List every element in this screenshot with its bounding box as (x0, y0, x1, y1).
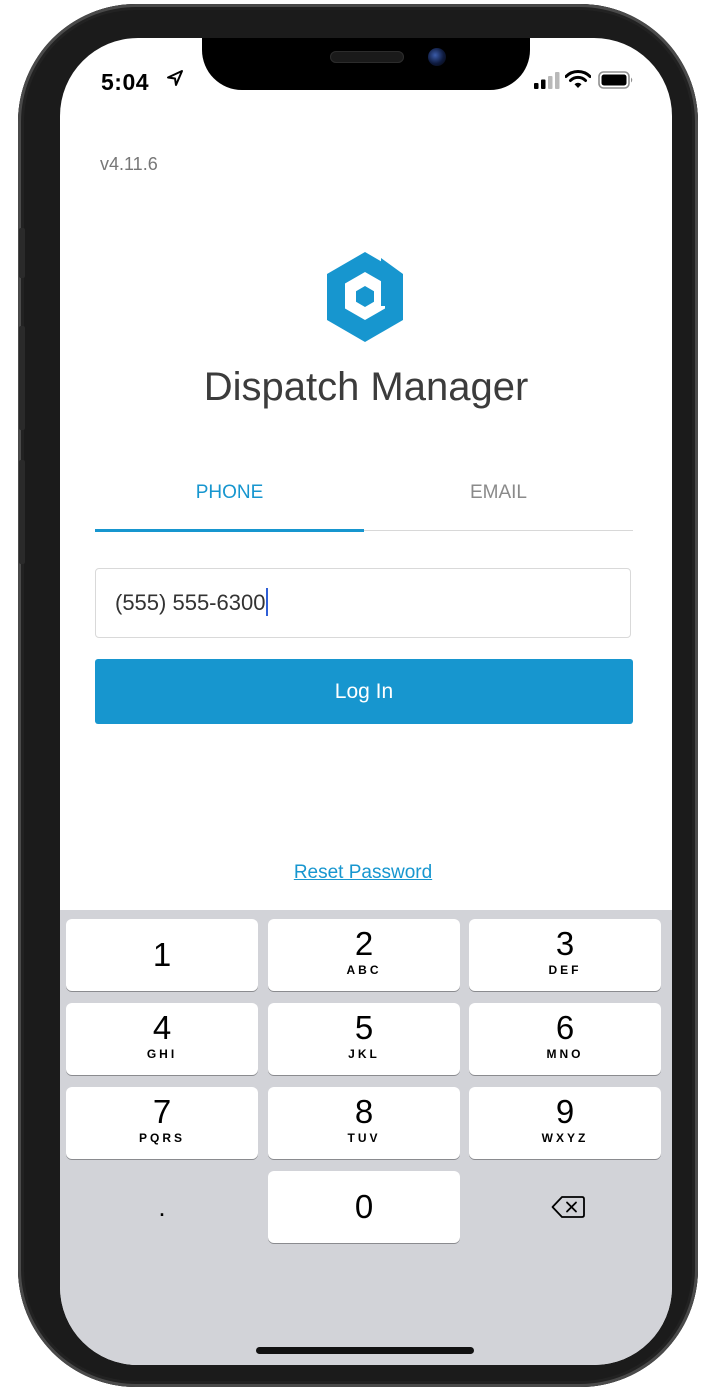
location-arrow-icon (167, 70, 183, 86)
screen: 5:04 v4.11.6 Dispatch Manager PHONE EMAI… (60, 38, 672, 1365)
key-letters: WXYZ (541, 1131, 589, 1145)
decimal-glyph: . (158, 1192, 166, 1222)
key-delete[interactable] (469, 1171, 661, 1243)
key-digit: 9 (555, 1093, 575, 1130)
key-2[interactable]: 2 ABC (268, 919, 460, 991)
tab-email[interactable]: EMAIL (364, 468, 633, 530)
phone-number-input[interactable]: (555) 555-6300 (95, 568, 631, 638)
app-title: Dispatch Manager (203, 365, 529, 409)
app-version: v4.11.6 (100, 154, 158, 174)
key-1[interactable]: 1 (66, 919, 258, 991)
delete-backspace-icon (551, 1196, 585, 1218)
key-digit: 7 (152, 1093, 172, 1130)
front-camera (428, 48, 446, 66)
key-letters: DEF (548, 963, 582, 977)
key-letters: ABC (346, 963, 382, 977)
key-digit: 6 (555, 1009, 575, 1046)
key-5[interactable]: 5 JKL (268, 1003, 460, 1075)
key-digit: 8 (354, 1093, 374, 1130)
text-cursor (266, 588, 269, 617)
key-digit: 0 (354, 1188, 374, 1225)
key-digit: 4 (152, 1009, 172, 1046)
key-letters: JKL (348, 1047, 380, 1061)
key-letters: TUV (347, 1131, 381, 1145)
key-3[interactable]: 3 DEF (469, 919, 661, 991)
key-letters: GHI (146, 1047, 178, 1061)
reset-password-link[interactable]: Reset Password (60, 862, 666, 884)
wifi-icon (565, 70, 591, 88)
dispatch-logo-icon (327, 252, 403, 342)
key-4[interactable]: 4 GHI (66, 1003, 258, 1075)
key-letters: PQRS (138, 1131, 185, 1145)
key-6[interactable]: 6 MNO (469, 1003, 661, 1075)
login-button[interactable]: Log In (95, 659, 633, 724)
key-7[interactable]: 7 PQRS (66, 1087, 258, 1159)
key-8[interactable]: 8 TUV (268, 1087, 460, 1159)
key-0[interactable]: 0 (268, 1171, 460, 1243)
key-digit: 3 (555, 925, 575, 962)
phone-number-value: (555) 555-6300 (115, 590, 266, 615)
battery-icon (598, 71, 633, 89)
login-method-tabs: PHONE EMAIL (95, 468, 633, 532)
status-time: 5:04 (101, 69, 150, 95)
volume-up-button (19, 326, 25, 430)
active-tab-indicator (95, 529, 364, 532)
home-indicator[interactable] (256, 1347, 474, 1354)
key-digit: 2 (354, 925, 374, 962)
key-decimal[interactable]: . (66, 1171, 258, 1243)
volume-down-button (19, 460, 25, 564)
key-digit: 5 (354, 1009, 374, 1046)
silent-switch (19, 228, 25, 278)
tab-phone[interactable]: PHONE (95, 468, 364, 530)
notch (202, 38, 530, 90)
earpiece-speaker (330, 51, 404, 63)
cellular-signal-icon (534, 72, 560, 89)
key-9[interactable]: 9 WXYZ (469, 1087, 661, 1159)
numeric-keypad: 1 2 ABC 3 DEF 4 GHI 5 JKL 6 MNO 7 PQRS 8… (60, 910, 672, 1365)
key-digit: 1 (152, 936, 172, 973)
key-letters: MNO (546, 1047, 584, 1061)
